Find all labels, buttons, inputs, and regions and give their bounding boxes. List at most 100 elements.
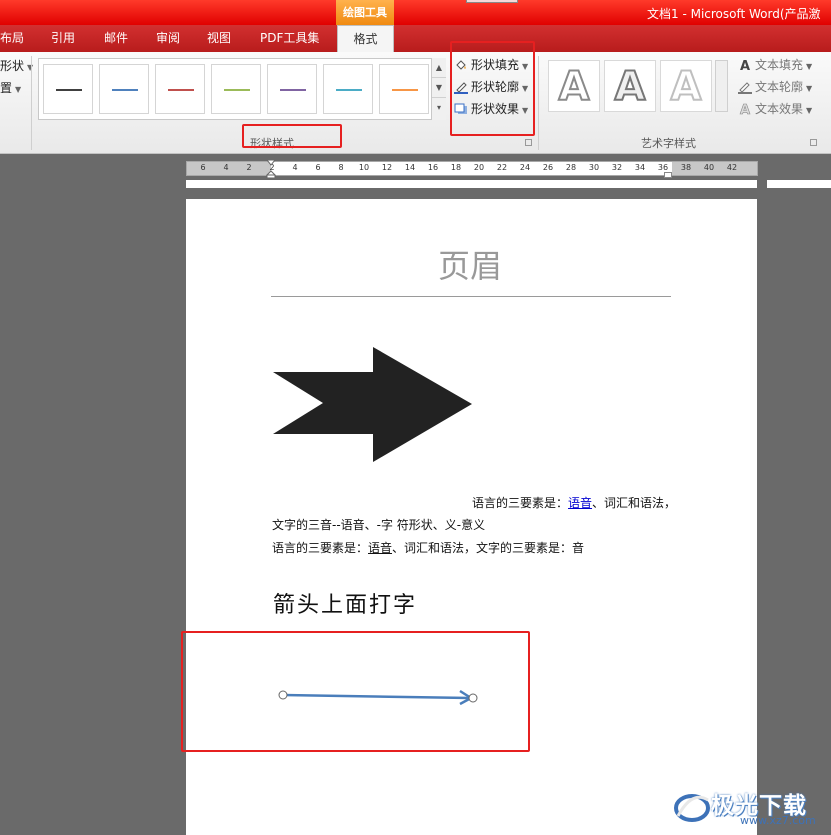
wordart-group-label: 艺术字样式 [641,137,696,150]
wordart-style-swatch[interactable]: A [660,60,712,112]
ruler-tick-label: 38 [680,163,692,172]
ribbon: 形状▼ 置▼ ▲ ▼ ▾ 形状样式 形状填充▼ 形状轮廓▼ 形状效果▼ A A … [0,52,831,154]
chevron-down-icon: ▼ [806,62,813,71]
document-heading[interactable]: 箭头上面打字 [273,587,417,619]
ruler-tick-label: 28 [565,163,577,172]
text-span: 语言的三要素是： [472,496,569,510]
group-divider [538,56,539,150]
text-span: 、词汇和语法，文字的三要素是：音 [392,541,585,555]
header-divider [271,296,671,297]
swatch-line [336,89,362,91]
ruler-tick-label: 14 [404,163,416,172]
shape-cut-label: 形状 [0,59,25,73]
text-effects-label: 文本效果 [755,102,804,116]
ruler-tick-label: 20 [473,163,485,172]
right-indent-marker[interactable] [664,172,672,178]
shape-styles-launcher-icon[interactable] [525,139,532,146]
text-fill-icon: A [740,59,750,72]
title-bar: 绘图工具 文档1 - Microsoft Word(产品激 [0,0,831,25]
text-effects-icon: A [740,103,751,116]
text-outline-button[interactable]: 文本轮廓 ▼ [738,77,812,97]
text-fill-button[interactable]: A 文本填充 ▼ [738,55,812,75]
ruler-tick-label: 4 [292,163,298,172]
group-divider [31,56,32,150]
gallery-scroll[interactable]: ▲ ▼ ▾ [431,58,446,120]
wordart-gallery-scroll[interactable] [715,60,728,112]
tab-view[interactable]: 视图 [207,25,231,52]
adjacent-page-bottom [767,180,831,188]
text-effects-button[interactable]: A 文本效果 ▼ [738,99,812,119]
swatch-line [280,89,306,91]
ruler-tick-label: 16 [427,163,439,172]
position-cut-button[interactable]: 置 ▼ [0,78,21,98]
highlight-box-connector [181,631,530,752]
shape-style-swatch[interactable] [211,64,261,114]
swatch-line [224,89,250,91]
chevron-down-icon: ▼ [15,85,22,94]
ruler-tick-label: 36 [657,163,669,172]
ruler-tick-label: 10 [358,163,370,172]
quick-access-notch [466,0,518,3]
ruler-tick-label: 2 [246,163,252,172]
swatch-line [56,89,82,91]
ruler-tick-label: 12 [381,163,393,172]
highlight-box-shape-commands [450,41,535,136]
body-text-line-1[interactable]: 语言的三要素是：语音、词汇和语法， [472,494,676,511]
drawing-tools-context-label: 绘图工具 [336,0,394,25]
text-span: 、词汇和语法， [592,496,677,510]
tab-pdf-tools[interactable]: PDF工具集 [260,25,319,52]
shape-style-swatch[interactable] [43,64,93,114]
shape-style-swatch[interactable] [379,64,429,114]
previous-page-bottom [186,180,757,188]
swatch-line [168,89,194,91]
ruler-tick-label: 18 [450,163,462,172]
ruler-tick-label: 6 [315,163,321,172]
wordart-style-swatch[interactable]: A [604,60,656,112]
shape-styles-gallery [38,58,446,120]
arrow-shape[interactable] [270,345,476,465]
indent-marker-icon[interactable] [266,160,276,178]
text-outline-icon [738,82,752,94]
underlined-text: 语音 [368,541,393,555]
window-title: 文档1 - Microsoft Word(产品激 [647,7,821,21]
tab-review[interactable]: 审阅 [156,25,180,52]
svg-text:A: A [740,59,750,72]
wordart-style-swatch[interactable]: A [548,60,600,112]
ruler-tick-label: 8 [338,163,344,172]
ruler-tick-label: 42 [726,163,738,172]
text-span: 语言的三要素是： [272,541,369,555]
ruler-tick-label: 22 [496,163,508,172]
position-cut-label: 置 [0,81,13,95]
body-text-line-2[interactable]: 文字的三音--语音、-字 符形状、义-意义 [272,516,485,533]
tab-mailings[interactable]: 邮件 [104,25,128,52]
scroll-up-icon[interactable]: ▲ [432,58,446,78]
swatch-line [392,89,418,91]
shape-cut-button[interactable]: 形状▼ [0,56,33,76]
watermark-url: www.xz7.com [740,814,816,827]
shape-style-swatch[interactable] [99,64,149,114]
shape-style-swatch[interactable] [323,64,373,114]
text-fill-label: 文本填充 [755,58,804,72]
ribbon-tab-bar: 布局 引用 邮件 审阅 视图 PDF工具集 格式 [0,25,831,52]
shape-style-swatch[interactable] [267,64,317,114]
tab-layout[interactable]: 布局 [0,25,24,52]
tab-format[interactable]: 格式 [337,25,394,52]
ruler-tick-label: 30 [588,163,600,172]
wordart-launcher-icon[interactable] [810,139,817,146]
ruler-tick-label: 4 [223,163,229,172]
ruler-tick-label: 40 [703,163,715,172]
body-text-line-3[interactable]: 语言的三要素是：语音、词汇和语法，文字的三要素是：音 [272,539,584,556]
ruler-tick-label: 34 [634,163,646,172]
text-link[interactable]: 语音 [568,496,592,510]
page-header-title[interactable]: 页眉 [0,241,831,287]
svg-text:A: A [740,103,750,116]
chevron-down-icon: ▼ [806,84,813,93]
chevron-down-icon: ▼ [806,106,813,115]
gallery-more-icon[interactable]: ▾ [432,98,446,118]
tab-references[interactable]: 引用 [51,25,75,52]
ruler-tick-label: 24 [519,163,531,172]
text-outline-label: 文本轮廓 [755,80,804,94]
shape-style-swatch[interactable] [155,64,205,114]
ruler-tick-label: 6 [200,163,206,172]
scroll-down-icon[interactable]: ▼ [432,78,446,98]
